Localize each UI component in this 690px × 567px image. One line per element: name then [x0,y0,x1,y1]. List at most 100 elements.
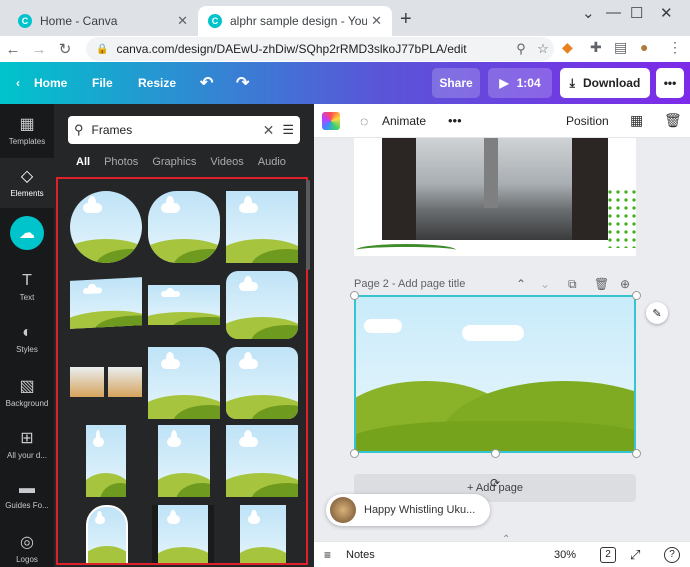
rail-item-templates[interactable]: ▦ Templates [0,114,54,146]
profile-avatar-icon[interactable]: ● [640,39,648,55]
squiggle-decoration [356,244,456,256]
move-up-icon[interactable]: ⌃ [516,277,526,291]
color-swatch-icon[interactable] [322,112,340,130]
rail-item-text[interactable]: T Text [0,272,54,302]
trash-icon[interactable]: 🗑 [664,112,682,129]
rail-item-styles[interactable]: ◐ Styles [0,324,54,354]
rail-item-guides[interactable]: ▬ Guides Fo... [0,480,54,510]
add-page-icon[interactable]: ⊕ [620,277,630,291]
resize-handle[interactable] [350,449,359,458]
frame-scalloped[interactable] [148,191,220,263]
resize-handle[interactable] [632,449,641,458]
address-bar[interactable]: 🔒 canva.com/design/DAEwU-zhDiw/SQhp2rRMD… [86,37,554,61]
maximize-icon[interactable]: ☐ [630,4,643,22]
share-button[interactable]: Share [432,68,480,98]
tab-graphics[interactable]: Graphics [152,156,196,168]
fullscreen-icon[interactable]: ⤢ [630,547,640,563]
help-icon[interactable]: ? [664,546,680,563]
rotate-icon[interactable]: ⟳ [490,476,500,490]
bookmark-star-icon[interactable]: ☆ [532,41,554,57]
resize-handle[interactable] [491,449,500,458]
frame-arch[interactable] [86,505,128,563]
page-2-canvas[interactable] [354,295,636,453]
rail-item-logos[interactable]: ◎ Logos [0,532,54,564]
chevron-down-icon[interactable]: ⌄ [582,4,595,22]
rail-item-background[interactable]: ▧ Background [0,376,54,408]
lock-icon: 🔒 [96,43,109,55]
more-options-button[interactable]: ••• [656,68,684,98]
frames-results-grid [56,177,308,565]
minimize-icon[interactable]: — [606,4,621,21]
frame-square[interactable] [226,191,298,263]
delete-page-icon[interactable]: 🗑 [594,277,609,291]
tab-all[interactable]: All [76,156,90,168]
close-window-icon[interactable]: ✕ [660,4,673,22]
rail-item-uploads[interactable]: ☁ [0,216,54,250]
download-button[interactable]: ⤓ Download [560,68,650,98]
page-title-input[interactable]: Page 2 - Add page title [354,278,465,290]
move-down-icon[interactable]: ⌄ [540,277,550,291]
zoom-icon[interactable]: ⚲ [510,41,532,57]
zoom-level[interactable]: 30% [554,549,576,561]
tab-home-canva[interactable]: C Home - Canva ✕ [8,6,198,36]
frame-tall[interactable] [240,505,286,563]
panel-scrollbar[interactable] [306,180,310,270]
extensions-puzzle-icon[interactable]: ✚ [590,39,602,56]
rail-item-elements[interactable]: ◇ Elements [0,158,54,208]
browser-menu-icon[interactable]: ⋮ [668,39,682,56]
frame-photo-pair-right[interactable] [108,367,142,397]
back-home-icon[interactable]: ‹ [16,62,20,104]
back-icon[interactable]: ← [0,41,26,58]
frame-square-2[interactable] [226,425,298,497]
duplicate-page-icon[interactable]: ⧉ [568,277,577,292]
page-1[interactable] [354,138,636,256]
audio-track-chip[interactable]: Happy Whistling Uku... [326,494,490,526]
comment-icon[interactable]: ✎ [646,302,668,324]
browser-tab-strip: C Home - Canva ✕ C alphr sample design -… [0,0,690,36]
resize-handle[interactable] [350,291,359,300]
frame-corner-cut[interactable] [148,347,220,419]
frame-circle[interactable] [70,191,142,263]
transparency-icon[interactable]: ▦ [630,112,643,129]
page1-photo[interactable] [382,138,608,240]
frame-portrait[interactable] [158,425,210,497]
rail-item-all-your-designs[interactable]: ⊞ All your d... [0,428,54,460]
frame-rounded[interactable] [226,347,298,419]
tab-videos[interactable]: Videos [210,156,243,168]
reload-icon[interactable]: ↻ [52,40,78,58]
tab-audio[interactable]: Audio [258,156,286,168]
animate-button[interactable]: Animate [382,114,426,128]
tab-photos[interactable]: Photos [104,156,138,168]
undo-icon[interactable]: ↶ [200,62,213,104]
clear-search-icon[interactable]: ✕ [263,122,275,139]
tab-title: Home - Canva [40,14,118,28]
frame-photo-pair-left[interactable] [70,367,104,397]
search-input[interactable] [91,123,255,137]
present-button[interactable]: ▶ 1:04 [488,68,552,98]
file-menu[interactable]: File [92,62,113,104]
frame-skewed[interactable] [70,277,142,329]
more-tools-button[interactable]: ••• [448,113,462,128]
new-tab-button[interactable]: + [400,8,412,31]
page-count-badge[interactable]: 2 [600,546,616,563]
resize-menu[interactable]: Resize [138,62,176,104]
notes-icon[interactable]: ≡ [324,548,331,562]
home-link[interactable]: Home [34,62,67,104]
reading-list-icon[interactable]: ▤ [614,39,627,56]
close-tab-icon[interactable]: ✕ [371,13,382,29]
frame-phone-portrait[interactable] [86,425,126,497]
redo-icon[interactable]: ↷ [236,62,249,104]
filter-icon[interactable]: ☰ [282,122,294,138]
collapse-up-icon[interactable]: ⌃ [502,534,510,545]
frame-film-strip[interactable] [152,505,214,563]
resize-handle[interactable] [632,291,641,300]
position-button[interactable]: Position [566,114,609,128]
frame-wide[interactable] [148,285,220,325]
frame-blob[interactable] [226,271,298,339]
play-duration: 1:04 [516,76,541,90]
notes-button[interactable]: Notes [346,549,375,561]
tab-alphr-design[interactable]: C alphr sample design - YouTube T ✕ [198,6,392,36]
metamask-extension-icon[interactable]: ◆ [562,39,573,56]
close-tab-icon[interactable]: ✕ [177,13,188,29]
forward-icon[interactable]: → [26,41,52,58]
